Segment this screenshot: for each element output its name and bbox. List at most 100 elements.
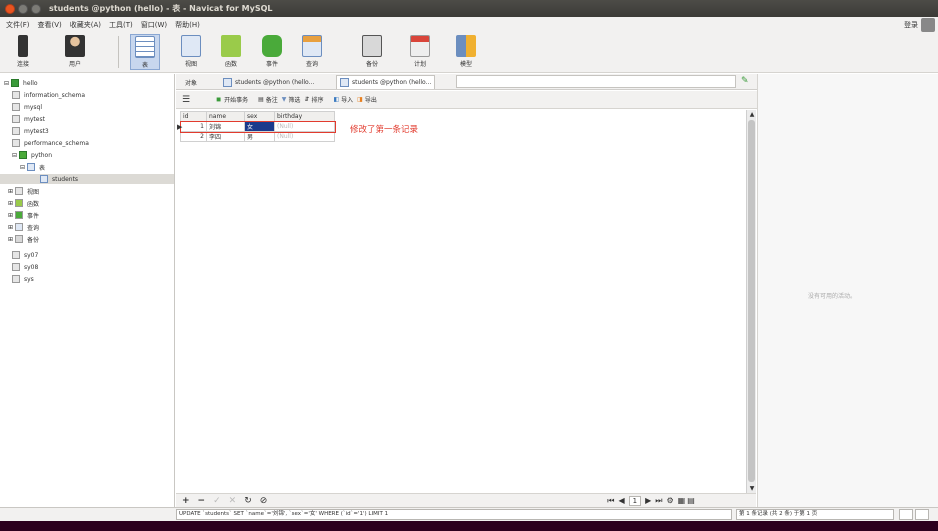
scroll-thumb[interactable]: [748, 120, 755, 482]
collapse-icon[interactable]: ⊟: [4, 80, 9, 87]
records-table: id name sex birthday 1 刘锦 女 (Null) 2 李四 …: [179, 111, 336, 142]
toolbar-backup-button[interactable]: 备份: [357, 34, 387, 70]
login-link[interactable]: 登录: [904, 20, 918, 30]
form-view-icon[interactable]: ▤: [687, 496, 695, 505]
filter-button[interactable]: 筛选: [288, 95, 300, 104]
table-row[interactable]: 1 刘锦 女 (Null): [179, 120, 336, 133]
table-row[interactable]: 2 李四 男 (Null): [180, 131, 335, 142]
toolbar-user-button[interactable]: 用户: [60, 34, 90, 70]
maximize-window-button[interactable]: [31, 3, 41, 14]
toolbar-query-button[interactable]: 查询: [297, 34, 327, 70]
menu-favorites[interactable]: 收藏夹(A): [70, 20, 101, 30]
tree-db-mytest3[interactable]: mytest3: [12, 126, 49, 136]
next-page-icon[interactable]: ▶: [645, 496, 651, 505]
column-header-id[interactable]: id: [180, 111, 207, 122]
cell-birthday[interactable]: (Null): [274, 131, 335, 142]
toolbar-event-button[interactable]: 事件: [257, 34, 287, 70]
cell-id[interactable]: 1: [180, 121, 207, 132]
expand-icon[interactable]: ⊞: [8, 188, 13, 195]
apply-icon[interactable]: ✓: [213, 496, 221, 506]
sort-button[interactable]: 排序: [311, 95, 323, 104]
expand-icon[interactable]: ⊞: [8, 212, 13, 219]
stop-icon[interactable]: ⊘: [260, 496, 268, 506]
tree-functions-group[interactable]: ⊞ 函数: [8, 198, 39, 208]
tab-students-data[interactable]: students @python (hello...: [336, 75, 436, 89]
cell-birthday[interactable]: (Null): [274, 121, 335, 132]
cancel-icon[interactable]: ✕: [229, 496, 237, 506]
record-nav-bar: + − ✓ ✕ ↻ ⊘ ⏮ ◀ 1 ▶ ⏭ ⚙ ▦ ▤: [176, 493, 756, 507]
tree-db-sy08[interactable]: sy08: [12, 262, 38, 272]
tree-db-python[interactable]: ⊟ python: [12, 150, 52, 160]
query-icon: [302, 35, 322, 57]
cell-name[interactable]: 李四: [206, 131, 245, 142]
tree-queries-group[interactable]: ⊞ 查询: [8, 222, 39, 232]
tree-events-group[interactable]: ⊞ 事件: [8, 210, 39, 220]
tab-students-design[interactable]: students @python (hello...: [220, 75, 317, 89]
expand-icon[interactable]: ⊞: [8, 224, 13, 231]
tree-connection-hello[interactable]: ⊟ hello: [4, 78, 38, 88]
tree-tables-group[interactable]: ⊟ 表: [20, 162, 45, 172]
menu-file[interactable]: 文件(F): [6, 20, 30, 30]
column-header-birthday[interactable]: birthday: [274, 111, 335, 122]
new-tab-icon[interactable]: ✎: [741, 76, 749, 86]
tree-backups-group[interactable]: ⊞ 备份: [8, 234, 39, 244]
cell-name[interactable]: 刘锦: [206, 121, 245, 132]
avatar-icon[interactable]: [921, 18, 935, 32]
collapse-icon[interactable]: ⊟: [20, 164, 25, 171]
settings-icon[interactable]: ⚙: [666, 496, 673, 505]
begin-transaction-button[interactable]: 开始事务: [224, 95, 248, 104]
cell-id[interactable]: 2: [180, 131, 207, 142]
tree-table-students[interactable]: students: [0, 174, 174, 184]
add-record-icon[interactable]: +: [182, 496, 190, 506]
page-number-field[interactable]: 1: [628, 495, 642, 506]
toolbar-view-button[interactable]: 视图: [176, 34, 206, 70]
toolbar-schedule-button[interactable]: 计划: [405, 34, 435, 70]
tree-db-sy07[interactable]: sy07: [12, 250, 38, 260]
backup-icon: [15, 235, 24, 243]
delete-record-icon[interactable]: −: [198, 496, 206, 506]
tab-objects[interactable]: 对象: [182, 75, 200, 89]
scroll-down-icon[interactable]: ▼: [747, 484, 757, 493]
panel-toggle-left-icon[interactable]: [899, 509, 913, 520]
tree-db-mytest[interactable]: mytest: [12, 114, 45, 124]
expand-icon[interactable]: ⊞: [8, 236, 13, 243]
import-button[interactable]: 导入: [341, 95, 353, 104]
tree-views-group[interactable]: ⊞ 视图: [8, 186, 39, 196]
cell-sex[interactable]: 男: [244, 131, 275, 142]
last-page-icon[interactable]: ⏭: [655, 496, 662, 506]
menu-help[interactable]: 帮助(H): [175, 20, 200, 30]
query-icon: [15, 223, 24, 231]
column-header-name[interactable]: name: [206, 111, 245, 122]
collapse-icon[interactable]: ⊟: [12, 152, 17, 159]
grid-view-icon[interactable]: ▦: [678, 496, 686, 505]
cell-sex[interactable]: 女: [244, 121, 275, 132]
minimize-window-button[interactable]: [18, 3, 28, 14]
tree-db-performance-schema[interactable]: performance_schema: [12, 138, 89, 148]
tree-db-mysql[interactable]: mysql: [12, 102, 42, 112]
close-window-button[interactable]: [5, 3, 15, 14]
vertical-scrollbar[interactable]: ▲ ▼: [746, 110, 756, 493]
first-page-icon[interactable]: ⏮: [607, 496, 614, 506]
menu-tools[interactable]: 工具(T): [109, 20, 133, 30]
expand-icon[interactable]: ⊞: [8, 200, 13, 207]
menu-icon[interactable]: ☰: [182, 95, 190, 105]
no-activity-message: 没有可用的活动。: [808, 293, 857, 300]
toolbar-connection-button[interactable]: 连接: [8, 34, 38, 70]
memo-button[interactable]: 备注: [266, 95, 278, 104]
refresh-icon[interactable]: ↻: [244, 496, 252, 506]
tree-db-information-schema[interactable]: information_schema: [12, 90, 85, 100]
toolbar-model-button[interactable]: 模型: [451, 34, 481, 70]
export-button[interactable]: 导出: [365, 95, 377, 104]
toolbar-table-button[interactable]: 表: [130, 34, 160, 70]
function-icon: [221, 35, 241, 57]
menu-view[interactable]: 查看(V): [38, 20, 62, 30]
scroll-up-icon[interactable]: ▲: [747, 110, 757, 119]
tree-db-sys[interactable]: sys: [12, 274, 34, 284]
toolbar-function-button[interactable]: 函数: [216, 34, 246, 70]
header-row: id name sex birthday: [180, 111, 335, 122]
menu-window[interactable]: 窗口(W): [141, 20, 167, 30]
panel-toggle-right-icon[interactable]: [915, 509, 929, 520]
view-icon: [15, 187, 24, 195]
column-header-sex[interactable]: sex: [244, 111, 275, 122]
prev-page-icon[interactable]: ◀: [618, 496, 624, 505]
